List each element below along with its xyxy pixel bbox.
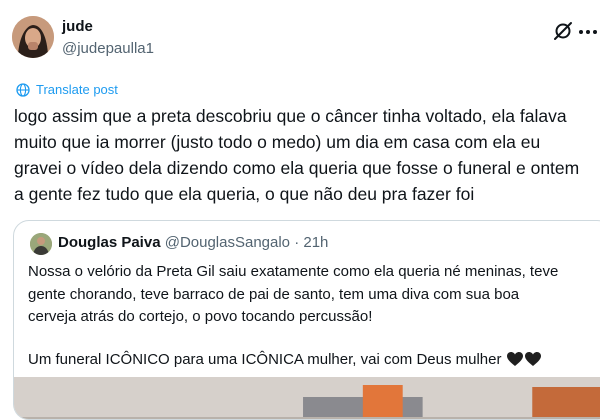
- quoted-media-image[interactable]: [14, 377, 600, 419]
- more-icon[interactable]: [578, 28, 598, 36]
- quoted-tweet-header: Douglas Paiva @DouglasSangalo · 21h: [58, 234, 328, 251]
- tweet-text-line: muito que ia morrer (justo todo o medo) …: [14, 132, 541, 152]
- separator-dot: ·: [294, 234, 300, 251]
- tweet-text-line: gravei o vídeo dela dizendo como ela que…: [14, 158, 580, 178]
- quoted-user-handle[interactable]: @DouglasSangalo: [165, 234, 290, 251]
- translate-post-link[interactable]: Translate post: [16, 82, 118, 97]
- quoted-text-line-last: Um funeral ICÔNICO para uma ICÔNICA mulh…: [28, 349, 598, 372]
- black-heart-icon: [506, 351, 523, 366]
- tweet-text: logo assim que a preta descobriu que o c…: [14, 103, 594, 207]
- quoted-timestamp[interactable]: 21h: [303, 234, 328, 251]
- quoted-tweet-card[interactable]: Douglas Paiva @DouglasSangalo · 21h Noss…: [13, 220, 600, 420]
- globe-icon: [16, 82, 30, 97]
- quoted-avatar[interactable]: [30, 233, 52, 255]
- avatar-image: [12, 16, 54, 58]
- tweet-text-line: logo assim que a preta descobriu que o c…: [14, 106, 567, 126]
- quoted-text-line: Nossa o velório da Preta Gil saiu exatam…: [28, 263, 559, 280]
- quoted-text-line: Um funeral ICÔNICO para uma ICÔNICA mulh…: [28, 350, 502, 368]
- quoted-display-name[interactable]: Douglas Paiva: [58, 234, 161, 251]
- user-handle[interactable]: @judepaulla1: [62, 40, 154, 57]
- quoted-text-line: gente chorando, teve barraco de pai de s…: [28, 285, 520, 303]
- media-thumbnail: [14, 377, 600, 419]
- quoted-avatar-image: [30, 233, 52, 255]
- black-heart-icon: [524, 351, 541, 366]
- avatar[interactable]: [12, 16, 54, 58]
- grok-icon[interactable]: [552, 20, 574, 42]
- tweet-text-line: a gente fez tudo que ela queria, o que n…: [14, 184, 475, 204]
- quoted-tweet-text: Nossa o velório da Preta Gil saiu exatam…: [28, 261, 598, 371]
- translate-post-label: Translate post: [36, 82, 118, 97]
- display-name[interactable]: jude: [62, 18, 93, 35]
- quoted-text-line: cerveja atrás do cortejo, o povo tocando…: [28, 308, 373, 325]
